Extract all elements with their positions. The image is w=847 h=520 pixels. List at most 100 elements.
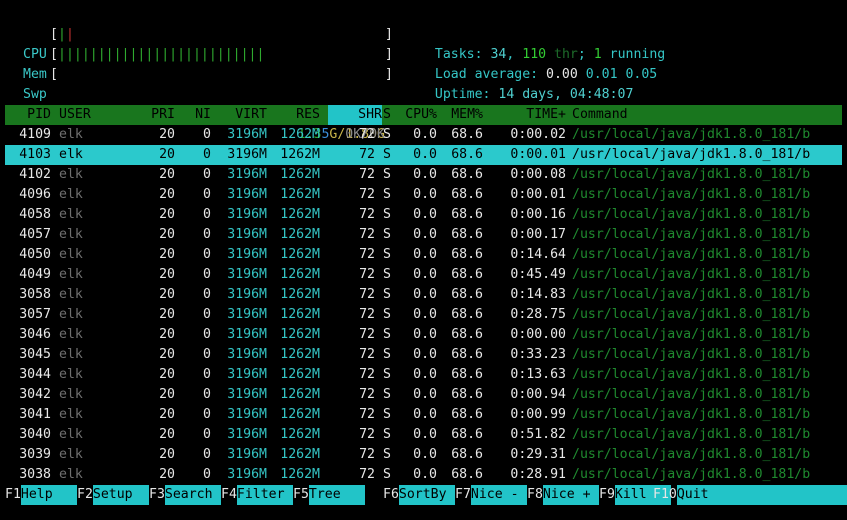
process-row[interactable]: 3041 elk 20 0 3196M 1262M 72 S 0.0 68.6 0:00.99/us… — [5, 405, 842, 425]
cell-cpu: 0.0 — [413, 147, 437, 162]
fkey-f8[interactable]: F8Nice + — [527, 485, 599, 505]
column-header-shr-sorted[interactable]: SHR — [328, 105, 382, 125]
fkey-f7[interactable]: F7Nice - — [455, 485, 527, 505]
cell-cpu: 0.0 — [413, 207, 437, 222]
cell-command: /usr/local/java/jdk1.8.0_181/b — [572, 327, 811, 342]
cell-time: 0:00.02 — [510, 127, 566, 142]
fkey-label: Quit — [676, 485, 847, 505]
process-row[interactable]: 3040 elk 20 0 3196M 1262M 72 S 0.0 68.6 0:51.82/us… — [5, 425, 842, 445]
cell-time: 0:00.01 — [510, 147, 566, 162]
process-row[interactable]: 3044 elk 20 0 3196M 1262M 72 S 0.0 68.6 0:13.63/us… — [5, 365, 842, 385]
process-row[interactable]: 4057 elk 20 0 3196M 1262M 72 S 0.0 68.6 0:00.17/us… — [5, 225, 842, 245]
fkey-f3[interactable]: F3Search — [149, 485, 221, 505]
cell-pid: 4103 — [19, 147, 51, 162]
mem-meter-bar: |||||||||||||||||||||||||| — [58, 47, 265, 62]
process-row[interactable]: 4050 elk 20 0 3196M 1262M 72 S 0.0 68.6 0:14.64/us… — [5, 245, 842, 265]
fkey-f2[interactable]: F2Setup — [77, 485, 149, 505]
process-row[interactable]: 4096 elk 20 0 3196M 1262M 72 S 0.0 68.6 0:00.01/us… — [5, 185, 842, 205]
cell-pid: 3045 — [19, 347, 51, 362]
cell-res: 1262M — [280, 287, 320, 302]
cell-user: elk — [59, 267, 83, 282]
cell-pri: 20 — [159, 287, 175, 302]
process-row[interactable]: 3058 elk 20 0 3196M 1262M 72 S 0.0 68.6 0:14.83/us… — [5, 285, 842, 305]
cell-mem: 68.6 — [451, 407, 483, 422]
cell-cpu: 0.0 — [413, 387, 437, 402]
cell-command: /usr/local/java/jdk1.8.0_181/b — [572, 407, 811, 422]
column-header-time[interactable]: TIME+ — [495, 105, 566, 125]
fkey-number: F7 — [455, 487, 471, 502]
cell-command: /usr/local/java/jdk1.8.0_181/b — [572, 227, 811, 242]
cell-virt: 3196M — [227, 207, 267, 222]
process-row[interactable]: 4109 elk 20 0 3196M 1262M 72 S 0.0 68.6 0:00.02/us… — [5, 125, 842, 145]
swap-meter-bracket-close: ] — [385, 67, 393, 82]
process-row[interactable]: 4049 elk 20 0 3196M 1262M 72 S 0.0 68.6 0:45.49/us… — [5, 265, 842, 285]
cell-pid: 3057 — [19, 307, 51, 322]
cell-ni: 0 — [203, 327, 211, 342]
cell-cpu: 0.0 — [413, 347, 437, 362]
cell-s: S — [383, 127, 391, 142]
column-header-state[interactable]: S — [383, 105, 391, 125]
fkey-f1[interactable]: F1Help — [5, 485, 77, 505]
cell-shr: 72 — [359, 127, 375, 142]
cell-shr: 72 — [359, 387, 375, 402]
cell-user: elk — [59, 227, 83, 242]
cell-virt: 3196M — [227, 267, 267, 282]
cell-user: elk — [59, 327, 83, 342]
load-average: Load average: 0.00 0.01 0.05 — [434, 67, 658, 82]
cell-pri: 20 — [159, 207, 175, 222]
cell-mem: 68.6 — [451, 307, 483, 322]
cell-pri: 20 — [159, 147, 175, 162]
process-row[interactable]: 3039 elk 20 0 3196M 1262M 72 S 0.0 68.6 0:29.31/us… — [5, 445, 842, 465]
cell-res: 1262M — [280, 427, 320, 442]
column-header-virt[interactable]: VIRT — [219, 105, 267, 125]
cell-time: 0:00.17 — [510, 227, 566, 242]
cell-shr: 72 — [359, 167, 375, 182]
cell-command: /usr/local/java/jdk1.8.0_181/b — [572, 427, 811, 442]
process-row[interactable]: 3057 elk 20 0 3196M 1262M 72 S 0.0 68.6 0:28.75/us… — [5, 305, 842, 325]
process-row[interactable]: 3046 elk 20 0 3196M 1262M 72 S 0.0 68.6 0:00.00/us… — [5, 325, 842, 345]
cell-mem: 68.6 — [451, 327, 483, 342]
process-row[interactable]: 3038 elk 20 0 3196M 1262M 72 S 0.0 68.6 0:28.91/us… — [5, 465, 842, 485]
column-header-pid[interactable]: PID — [5, 105, 51, 125]
process-row-selected[interactable]: 4103 elk 20 0 3196M 1262M 72 S 0.0 68.6 0:00.01/us… — [5, 145, 842, 165]
cell-pid: 3039 — [19, 447, 51, 462]
cell-virt: 3196M — [227, 167, 267, 182]
cell-shr: 72 — [359, 327, 375, 342]
fkey-f6[interactable]: F6SortBy — [383, 485, 455, 505]
cell-user: elk — [59, 127, 83, 142]
cell-command: /usr/local/java/jdk1.8.0_181/b — [572, 307, 811, 322]
cell-time: 0:29.31 — [510, 447, 566, 462]
cell-user: elk — [59, 407, 83, 422]
cell-user: elk — [59, 427, 83, 442]
cell-res: 1262M — [280, 267, 320, 282]
fkey-label: Tree — [308, 485, 365, 505]
cell-res: 1262M — [280, 367, 320, 382]
process-row[interactable]: 4102 elk 20 0 3196M 1262M 72 S 0.0 68.6 0:00.08/us… — [5, 165, 842, 185]
cell-time: 0:00.16 — [510, 207, 566, 222]
fkey-f4[interactable]: F4Filter — [221, 485, 293, 505]
cell-shr: 72 — [359, 367, 375, 382]
cell-pid: 4058 — [19, 207, 51, 222]
column-header-command[interactable]: Command — [572, 105, 628, 125]
fkey-f10[interactable]: F10Quit — [653, 485, 847, 505]
cell-pri: 20 — [159, 227, 175, 242]
cell-res: 1262M — [280, 407, 320, 422]
column-header-pri[interactable]: PRI — [135, 105, 175, 125]
column-header-ni[interactable]: NI — [183, 105, 211, 125]
process-row[interactable]: 3045 elk 20 0 3196M 1262M 72 S 0.0 68.6 0:33.23/us… — [5, 345, 842, 365]
column-header-res[interactable]: RES — [273, 105, 320, 125]
cell-pri: 20 — [159, 327, 175, 342]
column-header-cpu[interactable]: CPU% — [397, 105, 437, 125]
cell-mem: 68.6 — [451, 247, 483, 262]
cell-cpu: 0.0 — [413, 287, 437, 302]
cell-user: elk — [59, 247, 83, 262]
fkey-f5[interactable]: F5Tree — [293, 485, 365, 505]
cell-user: elk — [59, 467, 83, 482]
column-header-mem[interactable]: MEM% — [443, 105, 483, 125]
column-header-user[interactable]: USER — [59, 105, 91, 125]
process-row[interactable]: 3042 elk 20 0 3196M 1262M 72 S 0.0 68.6 0:00.94/us… — [5, 385, 842, 405]
cell-s: S — [383, 447, 391, 462]
cell-res: 1262M — [280, 247, 320, 262]
process-row[interactable]: 4058 elk 20 0 3196M 1262M 72 S 0.0 68.6 0:00.16/us… — [5, 205, 842, 225]
fkey-label: Nice - — [470, 485, 527, 505]
